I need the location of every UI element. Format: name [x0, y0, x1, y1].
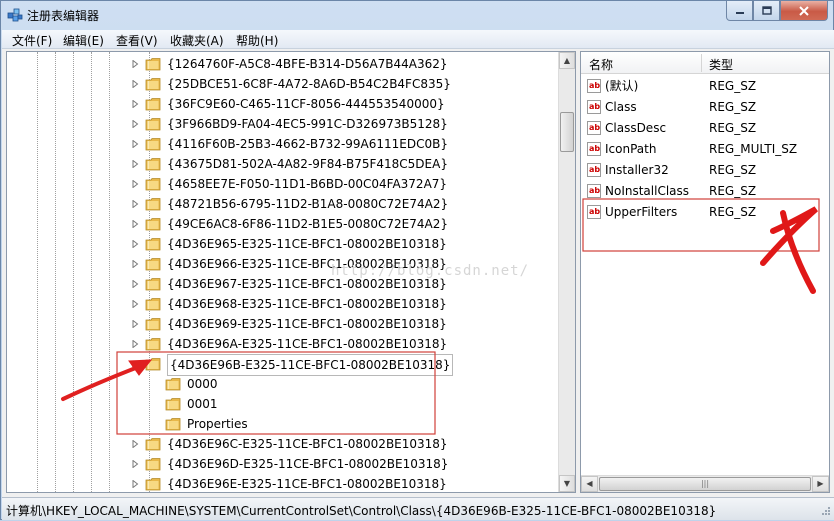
- annotation-box-tree: [116, 351, 436, 435]
- annotation-cross-mark: [760, 206, 818, 294]
- registry-editor-window: 注册表编辑器 文件(F) 编辑(E) 查看(V) 收藏夹(A) 帮助(H) {1…: [0, 0, 834, 520]
- annotation-overlay: [61, 198, 820, 435]
- annotation-arrow: [61, 359, 153, 401]
